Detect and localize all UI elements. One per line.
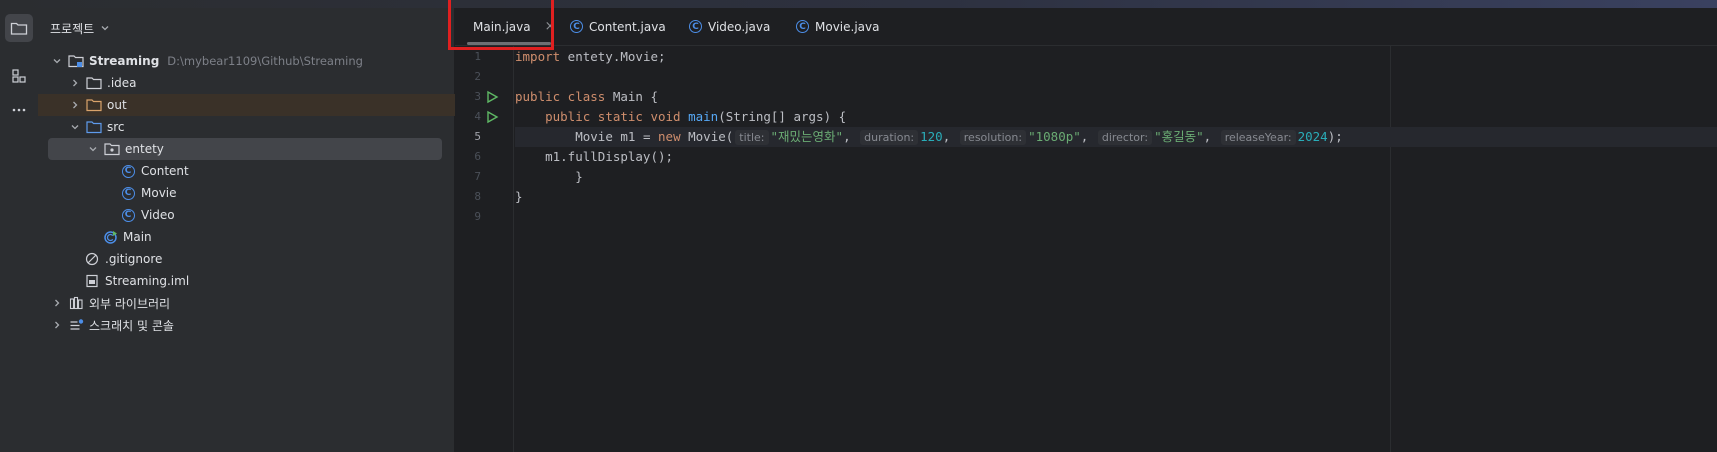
activity-bar — [0, 8, 39, 452]
tab-movie-java[interactable]: C Movie.java — [796, 8, 879, 45]
tree-item-label: Video — [141, 208, 175, 222]
class-icon: C — [796, 20, 809, 33]
scratch-icon — [68, 317, 84, 333]
tab-video-java[interactable]: C Video.java — [689, 8, 770, 45]
code-line-5: Movie m1 = new Movie(title: "재밌는영화", dura… — [575, 129, 1343, 145]
tree-item-label: Streaming — [89, 54, 160, 68]
structure-icon — [12, 69, 26, 83]
window-title-strip — [0, 0, 1717, 8]
tree-item-label: Main — [123, 230, 152, 244]
line-number: 6 — [474, 150, 481, 163]
param-hint-release-year: releaseYear: — [1220, 130, 1296, 145]
tree-item-idea[interactable]: .idea — [38, 72, 484, 94]
tree-item-streaming-iml[interactable]: Streaming.iml — [38, 270, 500, 292]
chevron-down-icon — [101, 26, 109, 31]
project-panel-header[interactable]: 프로젝트 — [50, 18, 110, 38]
chevron-right-icon — [68, 76, 82, 90]
line-number: 7 — [474, 170, 481, 183]
tree-item-gitignore[interactable]: .gitignore — [38, 248, 500, 270]
tree-item-out[interactable]: out — [38, 94, 484, 116]
param-hint-title: title: — [735, 130, 769, 145]
tree-item-label: Streaming.iml — [105, 274, 190, 288]
package-icon — [104, 141, 120, 157]
editor-area: Main.java × C Content.java C Video.java … — [455, 8, 1717, 452]
project-panel: 프로젝트 Streaming D:\mybear1109\Github\Stre… — [38, 8, 484, 452]
tree-item-label: src — [107, 120, 125, 134]
tree-item-main[interactable]: Main — [38, 226, 518, 248]
run-icon[interactable] — [485, 90, 499, 104]
project-path: D:\mybear1109\Github\Streaming — [167, 54, 363, 68]
class-icon: C — [120, 185, 136, 201]
line-number: 9 — [474, 210, 481, 223]
class-icon: C — [120, 207, 136, 223]
tree-item-label: Content — [141, 164, 189, 178]
line-number: 4 — [474, 110, 481, 123]
code-editor[interactable]: import entety.Movie; public class Main {… — [515, 46, 1717, 452]
folder-icon — [10, 22, 28, 35]
param-hint-director: director: — [1097, 130, 1153, 145]
line-number-current: 5 — [474, 130, 481, 143]
run-icon[interactable] — [485, 110, 499, 124]
library-icon — [68, 295, 84, 311]
tree-item-src[interactable]: src — [38, 116, 484, 138]
chevron-down-icon — [50, 54, 64, 68]
code-line-1: import entety.Movie; — [515, 49, 666, 64]
tree-item-label: Movie — [141, 186, 177, 200]
line-number: 3 — [474, 90, 481, 103]
class-icon: C — [120, 163, 136, 179]
tree-item-label: 외부 라이브러리 — [89, 296, 171, 311]
project-tool-button[interactable] — [5, 14, 33, 42]
tree-item-external-libraries[interactable]: 외부 라이브러리 — [38, 292, 466, 314]
tab-label: Movie.java — [815, 19, 880, 34]
module-folder-icon — [68, 53, 84, 69]
tab-label: Content.java — [589, 19, 666, 34]
tab-label: Video.java — [708, 19, 771, 34]
class-icon: C — [570, 20, 583, 33]
line-number: 8 — [474, 190, 481, 203]
tree-item-label: .gitignore — [105, 252, 163, 266]
chevron-right-icon — [68, 98, 82, 112]
tree-item-label: out — [107, 98, 127, 112]
code-line-8: } — [515, 189, 523, 204]
close-icon[interactable]: × — [545, 19, 556, 34]
param-hint-duration: duration: — [860, 130, 919, 145]
more-horizontal-icon — [12, 108, 26, 112]
editor-gutter: 1 2 3 4 5 6 7 8 9 — [455, 46, 514, 452]
line-number: 1 — [474, 50, 481, 63]
tab-content-java[interactable]: C Content.java — [570, 8, 666, 45]
folder-icon — [86, 119, 102, 135]
code-line-4: public static void main(String[] args) { — [545, 109, 847, 124]
chevron-down-icon — [68, 120, 82, 134]
tree-item-entety[interactable]: entety — [48, 138, 442, 160]
tree-item-streaming[interactable]: Streaming D:\mybear1109\Github\Streaming — [38, 50, 466, 72]
tab-main-java[interactable]: Main.java × — [467, 8, 556, 45]
more-tools-button[interactable] — [5, 96, 33, 124]
ignore-file-icon — [84, 251, 100, 267]
tab-label: Main.java — [473, 19, 531, 34]
folder-icon — [86, 75, 102, 91]
tree-item-label: 스크래치 및 콘솔 — [89, 318, 174, 333]
folder-icon — [86, 97, 102, 113]
project-panel-title: 프로젝트 — [50, 21, 95, 36]
param-hint-resolution: resolution: — [959, 130, 1027, 145]
line-number: 2 — [474, 70, 481, 83]
code-line-3: public class Main { — [515, 89, 658, 104]
code-line-7: } — [515, 169, 583, 184]
chevron-right-icon — [50, 296, 64, 310]
structure-tool-button[interactable] — [5, 62, 33, 90]
tree-item-label: .idea — [107, 76, 137, 90]
code-line-6: m1.fullDisplay(); — [515, 149, 674, 164]
tree-item-label: entety — [125, 142, 164, 156]
class-icon: C — [689, 20, 702, 33]
editor-tabs: Main.java × C Content.java C Video.java … — [455, 8, 1717, 46]
iml-file-icon — [84, 273, 100, 289]
chevron-right-icon — [50, 318, 64, 332]
main-class-icon — [102, 229, 118, 245]
tree-item-scratches[interactable]: 스크래치 및 콘솔 — [38, 314, 466, 336]
chevron-down-icon — [86, 142, 100, 156]
